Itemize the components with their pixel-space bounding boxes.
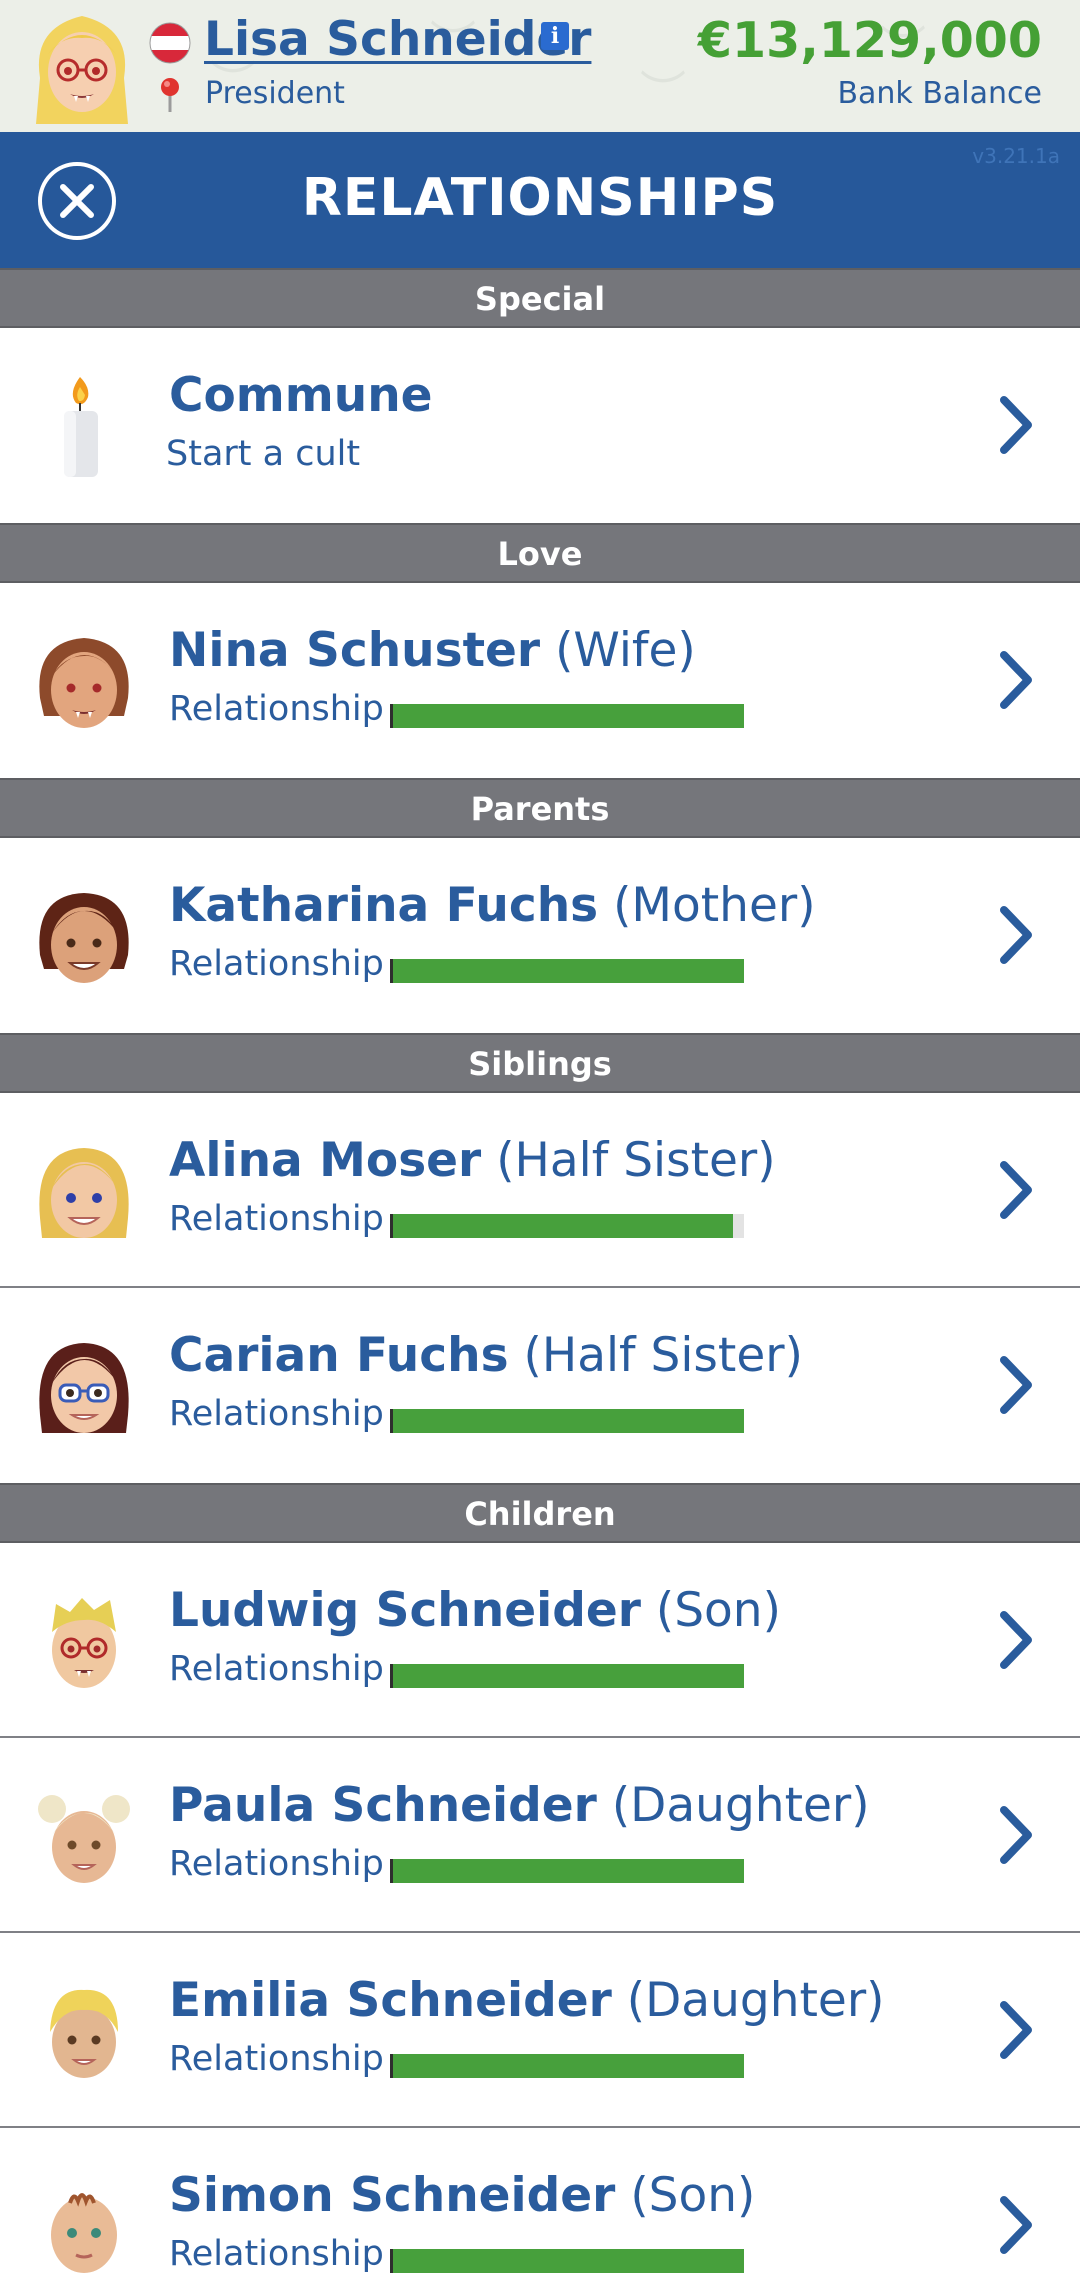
candle-icon bbox=[64, 377, 98, 477]
relationship-row[interactable]: Paula Schneider (Daughter) Relationship bbox=[0, 1738, 1080, 1933]
chevron-right-icon bbox=[1000, 1356, 1032, 1414]
daughter-blonde-avatar-icon bbox=[50, 1989, 118, 2078]
relationship-label: Relationship bbox=[169, 944, 384, 984]
baby-son-avatar-icon bbox=[51, 2193, 117, 2273]
wife-avatar-icon bbox=[39, 638, 129, 728]
relationship-row[interactable]: Simon Schneider (Son) Relationship bbox=[0, 2128, 1080, 2284]
relationship-bar bbox=[390, 2249, 744, 2273]
chevron-right-icon bbox=[1000, 1161, 1032, 1219]
chevron-right-icon bbox=[1000, 651, 1032, 709]
commune-row[interactable]: Commune Start a cult bbox=[0, 328, 1080, 523]
section-header-parents: Parents bbox=[0, 778, 1080, 838]
profile-header: ︶ ︶ ︶ ︶ Lisa Schneider i President €13,1… bbox=[0, 0, 1080, 132]
bank-balance-label: Bank Balance bbox=[837, 76, 1042, 111]
page-title: RELATIONSHIPS bbox=[301, 168, 779, 228]
relationship-bar bbox=[390, 704, 744, 728]
relationship-bar bbox=[390, 1664, 744, 1688]
row-name: Paula Schneider (Daughter) bbox=[169, 1778, 870, 1833]
sister-avatar-icon bbox=[39, 1148, 129, 1238]
relationship-label: Relationship bbox=[169, 2039, 384, 2079]
relationship-label: Relationship bbox=[169, 1394, 384, 1434]
relationship-bar bbox=[390, 1859, 744, 1883]
relationship-bar bbox=[390, 959, 744, 983]
row-name: Carian Fuchs (Half Sister) bbox=[169, 1328, 803, 1383]
player-name-link[interactable]: Lisa Schneider bbox=[204, 12, 591, 67]
relationship-row[interactable]: Carian Fuchs (Half Sister) Relationship bbox=[0, 1288, 1080, 1483]
relationship-label: Relationship bbox=[169, 689, 384, 729]
relationship-row[interactable]: Emilia Schneider (Daughter) Relationship bbox=[0, 1933, 1080, 2128]
row-name: Katharina Fuchs (Mother) bbox=[169, 878, 816, 933]
row-name: Commune bbox=[169, 368, 433, 423]
sister-glasses-avatar-icon bbox=[39, 1343, 129, 1433]
section-header-siblings: Siblings bbox=[0, 1033, 1080, 1093]
row-name: Emilia Schneider (Daughter) bbox=[169, 1973, 885, 2028]
austria-flag-icon bbox=[149, 22, 191, 64]
title-bar: RELATIONSHIPS v3.21.1a bbox=[0, 132, 1080, 268]
daughter-avatar-icon bbox=[38, 1795, 130, 1883]
bank-balance-amount: €13,129,000 bbox=[697, 12, 1042, 69]
row-name: Alina Moser (Half Sister) bbox=[169, 1133, 776, 1188]
location-pin-icon bbox=[161, 78, 179, 112]
relationship-row[interactable]: Alina Moser (Half Sister) Relationship bbox=[0, 1093, 1080, 1288]
chevron-right-icon bbox=[1000, 1806, 1032, 1864]
relationship-bar bbox=[390, 1214, 744, 1238]
section-header-special: Special bbox=[0, 268, 1080, 328]
relationship-row[interactable]: Katharina Fuchs (Mother) Relationship bbox=[0, 838, 1080, 1033]
relationship-label: Relationship bbox=[169, 1844, 384, 1884]
row-name: Simon Schneider (Son) bbox=[169, 2168, 756, 2223]
section-header-love: Love bbox=[0, 523, 1080, 583]
relationship-label: Relationship bbox=[169, 1199, 384, 1239]
player-avatar-icon[interactable] bbox=[26, 8, 138, 126]
chevron-right-icon bbox=[1000, 906, 1032, 964]
relationships-list: Special Commune Start a cult Love Nina S… bbox=[0, 268, 1080, 2284]
relationship-row[interactable]: Nina Schuster (Wife) Relationship bbox=[0, 583, 1080, 778]
relationship-label: Relationship bbox=[169, 2234, 384, 2274]
relationship-row[interactable]: Ludwig Schneider (Son) Relationship bbox=[0, 1543, 1080, 1738]
row-subtitle: Start a cult bbox=[166, 434, 361, 474]
info-icon[interactable]: i bbox=[541, 22, 569, 50]
relationship-bar bbox=[390, 2054, 744, 2078]
chevron-right-icon bbox=[1000, 2001, 1032, 2059]
relationship-bar bbox=[390, 1409, 744, 1433]
son-avatar-icon bbox=[52, 1598, 116, 1688]
relationship-label: Relationship bbox=[169, 1649, 384, 1689]
bat-pattern-icon: ︶ bbox=[640, 66, 686, 120]
section-header-children: Children bbox=[0, 1483, 1080, 1543]
version-label: v3.21.1a bbox=[972, 144, 1060, 168]
chevron-right-icon bbox=[1000, 396, 1032, 454]
chevron-right-icon bbox=[1000, 1611, 1032, 1669]
row-name: Ludwig Schneider (Son) bbox=[169, 1583, 781, 1638]
mother-avatar-icon bbox=[39, 893, 129, 983]
row-name: Nina Schuster (Wife) bbox=[169, 623, 696, 678]
chevron-right-icon bbox=[1000, 2196, 1032, 2254]
player-job: President bbox=[205, 76, 345, 111]
